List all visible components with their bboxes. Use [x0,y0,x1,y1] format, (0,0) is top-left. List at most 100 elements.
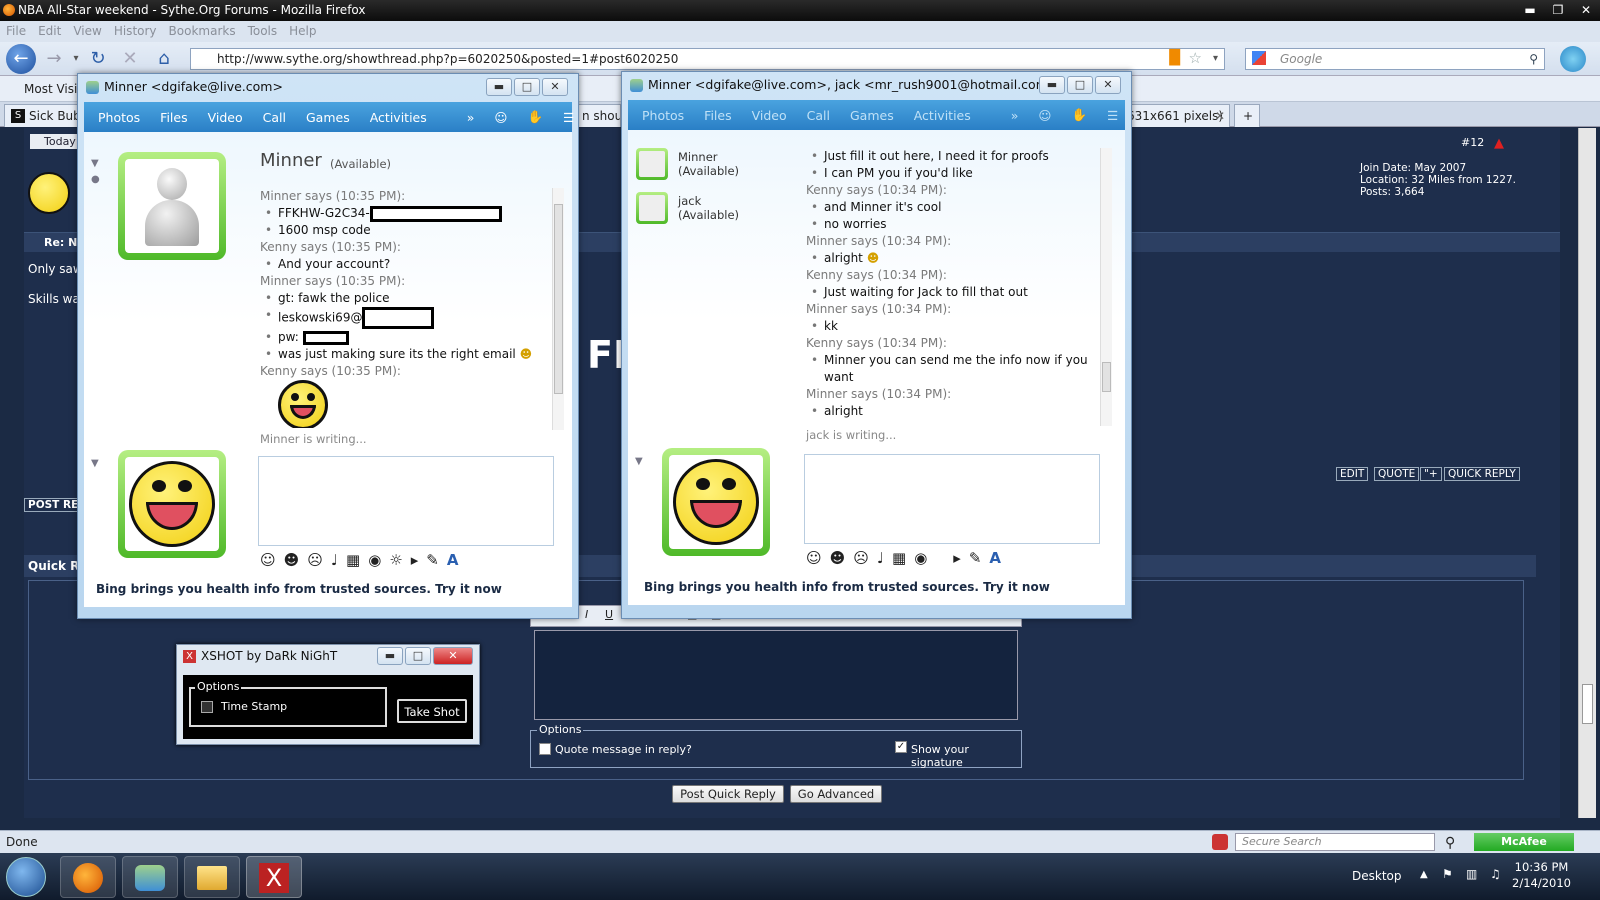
url-dropdown-icon[interactable]: ▾ [1213,49,1218,69]
collapse-icon[interactable]: ▼ [635,456,643,467]
italic-button[interactable]: I [585,608,588,621]
search-icon[interactable]: ⚲ [1445,832,1455,854]
secure-search-input[interactable]: Secure Search [1235,833,1435,851]
taskbar-firefox[interactable] [60,856,116,898]
bing-ad-link[interactable]: Bing brings you health info from trusted… [96,582,502,596]
back-button[interactable]: ← [6,44,36,74]
chat-minimize-button[interactable]: ▬ [486,78,512,96]
emoticon-icon[interactable]: ☺ [260,551,276,569]
my-avatar[interactable] [118,450,226,558]
message-input[interactable] [258,456,554,546]
my-avatar[interactable] [662,448,770,556]
url-bar[interactable]: http://www.sythe.org/showthread.php?p=60… [190,48,1225,70]
toolbar-games[interactable]: Games [306,110,350,125]
toolbar-activities[interactable]: Activities [370,110,427,125]
search-input[interactable]: Google ⚲ [1245,48,1545,70]
wink-animation-icon[interactable]: ☼ [389,551,402,569]
search-icon[interactable]: ⚲ [1529,49,1538,69]
options-menu-icon[interactable]: ☰ [563,110,574,125]
signature-checkbox[interactable]: ✓ [895,741,907,753]
page-scrollbar[interactable] [1578,128,1596,818]
scrollbar-thumb[interactable] [554,204,563,394]
new-tab-button[interactable]: + [1234,104,1260,127]
chat-maximize-button[interactable]: □ [1067,76,1093,94]
taskbar-explorer[interactable] [184,856,240,898]
chat-close-button[interactable]: ✕ [1095,76,1121,94]
timestamp-checkbox[interactable] [201,701,213,713]
font-icon[interactable]: A [989,549,1001,567]
show-hidden-icons[interactable]: ▲ [1420,869,1428,880]
mcafee-button[interactable]: McAfee [1474,833,1574,851]
xshot-maximize-button[interactable]: □ [405,647,431,665]
tab-partial[interactable]: n shou [575,104,621,127]
menu-help[interactable]: Help [289,21,316,42]
menu-view[interactable]: View [73,21,101,42]
toolbar-files[interactable]: Files [704,108,731,123]
background-icon[interactable]: ▦ [346,551,360,569]
contact-avatar[interactable] [636,192,668,224]
animated-emoticon-icon[interactable]: ☹ [307,551,323,569]
chat-minimize-button[interactable]: ▬ [1039,76,1065,94]
quick-reply-button[interactable]: QUICK REPLY [1444,467,1520,481]
desktop-toolbar-label[interactable]: Desktop [1352,869,1402,883]
options-menu-icon[interactable]: ☰ [1107,108,1118,123]
start-button[interactable] [6,857,46,897]
multi-quote-icon[interactable]: "+ [1420,467,1442,481]
emoticon-menu-icon[interactable]: ☺ [1038,108,1051,123]
collapse-icon[interactable]: ▼ [91,158,99,169]
handwriting-icon[interactable]: ✎ [426,551,439,569]
nudge-icon[interactable]: ♩ [331,551,338,569]
go-advanced-button[interactable]: Go Advanced [790,785,882,803]
nudge-icon[interactable]: ♩ [877,549,884,567]
toolbar-photos[interactable]: Photos [642,108,684,123]
edit-button[interactable]: EDIT [1336,467,1369,481]
reload-icon[interactable]: ↻ [84,47,112,71]
handwriting-icon[interactable]: ✎ [969,549,982,567]
menu-file[interactable]: File [6,21,26,42]
menu-history[interactable]: History [114,21,157,42]
menu-edit[interactable]: Edit [38,21,61,42]
wink-icon[interactable]: ☻ [284,551,300,569]
quote-checkbox[interactable] [539,743,551,755]
home-icon[interactable]: ⌂ [150,47,178,71]
animated-emoticon-icon[interactable]: ☹ [853,549,869,567]
bing-ad-link[interactable]: Bing brings you health info from trusted… [644,580,1050,594]
minimize-button[interactable]: ▬ [1516,0,1544,21]
toolbar-photos[interactable]: Photos [98,110,140,125]
quote-button[interactable]: QUOTE [1374,467,1420,481]
bookmark-most-visited[interactable]: Most Visit [24,82,82,96]
post-number[interactable]: #12 [1461,136,1484,149]
tab-sythe[interactable]: S Sick Bub [4,104,80,127]
background-icon[interactable]: ▦ [892,549,906,567]
report-icon[interactable]: ▲ [1494,136,1504,151]
taskbar-xshot[interactable]: X [246,856,302,898]
toolbar-call[interactable]: Call [807,108,830,123]
collapse-icon[interactable]: ▼ [91,458,99,469]
voice-clip-icon[interactable]: ◉ [368,551,381,569]
more-icon[interactable]: ▸ [953,549,961,567]
scrollbar-thumb[interactable] [1582,684,1593,724]
contact-avatar[interactable] [636,148,668,180]
post-reply-button[interactable]: POST RE [24,498,83,512]
message-textarea[interactable] [534,630,1018,720]
font-icon[interactable]: A [447,551,459,569]
mcafee-shield-icon[interactable] [1212,834,1228,850]
nudge-icon[interactable]: ✋ [527,109,543,125]
rss-icon[interactable]: █ [1169,48,1180,68]
restore-button[interactable]: ❐ [1544,0,1572,21]
take-shot-button[interactable]: Take Shot [397,699,467,723]
action-center-flag-icon[interactable]: ⚑ [1442,867,1453,881]
addon-icon[interactable] [1560,46,1586,72]
toolbar-video[interactable]: Video [752,108,787,123]
message-input[interactable] [804,454,1100,544]
toolbar-video[interactable]: Video [208,110,243,125]
more-icon[interactable]: » [467,110,475,125]
network-icon[interactable]: ▥ [1466,867,1477,881]
chat-maximize-button[interactable]: □ [514,78,540,96]
toolbar-games[interactable]: Games [850,108,894,123]
contact-avatar[interactable] [118,152,226,260]
clock[interactable]: 10:36 PM 2/14/2010 [1512,859,1571,891]
stop-icon[interactable]: ✕ [116,47,144,71]
toolbar-files[interactable]: Files [160,110,187,125]
menu-bookmarks[interactable]: Bookmarks [169,21,236,42]
